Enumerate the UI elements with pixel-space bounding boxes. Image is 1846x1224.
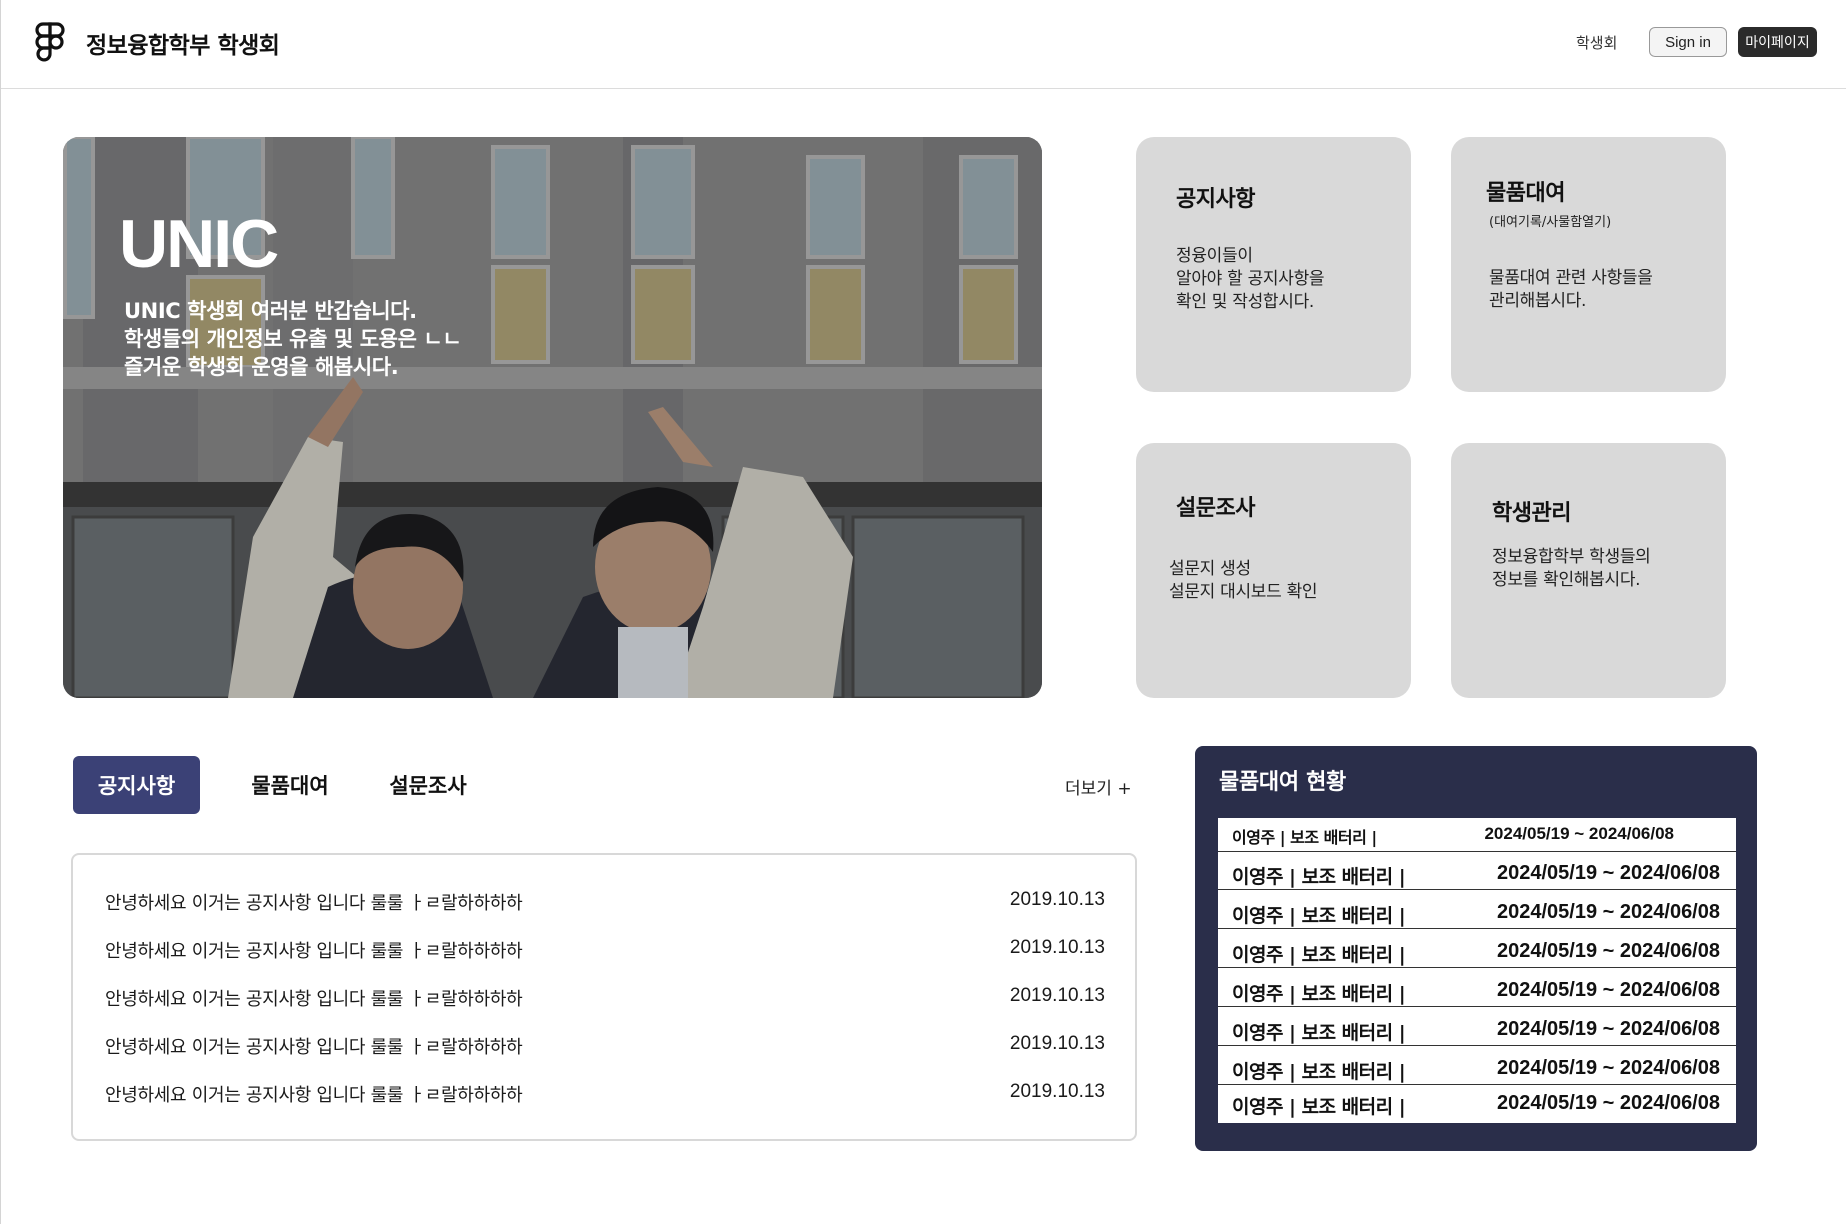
hero-text: UNIC 학생회 여러분 반갑습니다. 학생들의 개인정보 유출 및 도용은 ㄴ… xyxy=(124,297,462,381)
card-description: 설문지 생성 설문지 대시보드 확인 xyxy=(1169,558,1318,604)
card-description: 물품대여 관련 사항들을 관리해봅시다. xyxy=(1489,267,1653,313)
notice-title[interactable]: 안녕하세요 이거는 공지사항 입니다 룰룰 ㅏㄹ랄하하하하 xyxy=(105,937,523,963)
top-header: 정보융합학부 학생회 학생회 Sign in 마이페이지 xyxy=(1,0,1846,89)
table-row[interactable]: 이영주 | 보조 배터리 | 2024/05/19 ~ 2024/06/08 xyxy=(1218,1012,1736,1046)
sign-in-button[interactable]: Sign in xyxy=(1649,27,1727,57)
rental-status-panel: 물품대여 현황 이영주 | 보조 배터리 | 2024/05/19 ~ 2024… xyxy=(1195,746,1757,1151)
card-desc-line: 설문지 대시보드 확인 xyxy=(1169,582,1318,602)
rental-period: 2024/05/19 ~ 2024/06/08 xyxy=(1497,901,1720,923)
rental-period: 2024/05/19 ~ 2024/06/08 xyxy=(1497,862,1720,884)
notice-list: 안녕하세요 이거는 공지사항 입니다 룰룰 ㅏㄹ랄하하하하 2019.10.13… xyxy=(71,853,1137,1141)
rental-borrower: 이영주 | 보조 배터리 | xyxy=(1232,944,1406,966)
notice-title[interactable]: 안녕하세요 이거는 공지사항 입니다 룰룰 ㅏㄹ랄하하하하 xyxy=(105,985,523,1011)
hero-line: 즐거운 학생회 운영을 해봅시다. xyxy=(124,355,399,379)
notice-date: 2019.10.13 xyxy=(1009,1033,1105,1054)
rental-borrower: 이영주 | 보조 배터리 | xyxy=(1232,905,1406,927)
notice-title[interactable]: 안녕하세요 이거는 공지사항 입니다 룰룰 ㅏㄹ랄하하하하 xyxy=(105,1081,523,1107)
card-desc-line: 정보를 확인해봅시다. xyxy=(1492,570,1641,590)
mypage-button[interactable]: 마이페이지 xyxy=(1738,27,1817,57)
rental-borrower: 이영주 | 보조 배터리 | xyxy=(1232,866,1406,888)
figma-logo-icon[interactable] xyxy=(35,22,65,62)
rental-period: 2024/05/19 ~ 2024/06/08 xyxy=(1497,940,1720,962)
card-subtitle: (대여기록/사물함열기) xyxy=(1489,215,1612,230)
card-desc-line: 관리해봅시다. xyxy=(1489,291,1587,311)
rental-period: 2024/05/19 ~ 2024/06/08 xyxy=(1484,824,1674,843)
card-description: 정보융합학부 학생들의 정보를 확인해봅시다. xyxy=(1492,546,1651,592)
card-description: 정융이들이 알아야 할 공지사항을 확인 및 작성합시다. xyxy=(1176,245,1325,314)
table-row[interactable]: 이영주 | 보조 배터리 | 2024/05/19 ~ 2024/06/08 xyxy=(1218,1051,1736,1085)
rental-period: 2024/05/19 ~ 2024/06/08 xyxy=(1497,1018,1720,1040)
notice-date: 2019.10.13 xyxy=(1009,889,1105,910)
card-title: 학생관리 xyxy=(1492,501,1571,526)
table-row[interactable]: 이영주 | 보조 배터리 | 2024/05/19 ~ 2024/06/08 xyxy=(1218,934,1736,968)
table-row[interactable]: 이영주 | 보조 배터리 | 2024/05/19 ~ 2024/06/08 xyxy=(1218,1086,1736,1120)
rental-borrower: 이영주 | 보조 배터리 | xyxy=(1232,1022,1406,1044)
hero-banner: UNIC UNIC 학생회 여러분 반갑습니다. 학생들의 개인정보 유출 및 … xyxy=(63,137,1042,698)
list-item[interactable]: 안녕하세요 이거는 공지사항 입니다 룰룰 ㅏㄹ랄하하하하 2019.10.13 xyxy=(105,1081,1105,1107)
notice-title[interactable]: 안녕하세요 이거는 공지사항 입니다 룰룰 ㅏㄹ랄하하하하 xyxy=(105,1033,523,1059)
rental-borrower: 이영주 | 보조 배터리 | xyxy=(1232,983,1406,1005)
nav-link-student-council[interactable]: 학생회 xyxy=(1576,32,1617,53)
notice-title[interactable]: 안녕하세요 이거는 공지사항 입니다 룰룰 ㅏㄹ랄하하하하 xyxy=(105,889,523,915)
card-title: 공지사항 xyxy=(1176,187,1255,212)
rental-period: 2024/05/19 ~ 2024/06/08 xyxy=(1497,979,1720,1001)
notice-date: 2019.10.13 xyxy=(1009,937,1105,958)
rental-table: 이영주 | 보조 배터리 | 2024/05/19 ~ 2024/06/08 이… xyxy=(1218,818,1736,1123)
card-desc-line: 확인 및 작성합시다. xyxy=(1176,292,1315,312)
card-rental[interactable]: 물품대여 (대여기록/사물함열기) 물품대여 관련 사항들을 관리해봅시다. xyxy=(1451,137,1726,392)
card-desc-line: 알아야 할 공지사항을 xyxy=(1176,269,1325,289)
card-desc-line: 설문지 생성 xyxy=(1169,559,1251,579)
notice-date: 2019.10.13 xyxy=(1009,1081,1105,1102)
more-link[interactable]: 더보기 + xyxy=(1065,774,1132,799)
rental-panel-title: 물품대여 현황 xyxy=(1219,770,1346,795)
card-title: 물품대여 xyxy=(1486,181,1565,206)
list-item[interactable]: 안녕하세요 이거는 공지사항 입니다 룰룰 ㅏㄹ랄하하하하 2019.10.13 xyxy=(105,889,1105,915)
rental-borrower: 이영주 | 보조 배터리 | xyxy=(1232,1061,1406,1083)
tab-rental[interactable]: 물품대여 xyxy=(229,756,351,814)
list-item[interactable]: 안녕하세요 이거는 공지사항 입니다 룰룰 ㅏㄹ랄하하하하 2019.10.13 xyxy=(105,1033,1105,1059)
card-desc-line: 물품대여 관련 사항들을 xyxy=(1489,268,1653,288)
brand-title[interactable]: 정보융합학부 학생회 xyxy=(86,26,280,60)
hero-title: UNIC xyxy=(119,206,279,282)
card-survey[interactable]: 설문조사 설문지 생성 설문지 대시보드 확인 xyxy=(1136,443,1411,698)
table-row[interactable]: 이영주 | 보조 배터리 | 2024/05/19 ~ 2024/06/08 xyxy=(1218,895,1736,929)
tab-notice[interactable]: 공지사항 xyxy=(73,756,200,814)
hero-line: UNIC 학생회 여러분 반갑습니다. xyxy=(124,299,417,323)
notice-date: 2019.10.13 xyxy=(1009,985,1105,1006)
hero-line: 학생들의 개인정보 유출 및 도용은 ㄴㄴ xyxy=(124,327,462,351)
tab-survey[interactable]: 설문조사 xyxy=(367,756,489,814)
table-row[interactable]: 이영주 | 보조 배터리 | 2024/05/19 ~ 2024/06/08 xyxy=(1218,818,1736,852)
rental-borrower: 이영주 | 보조 배터리 | xyxy=(1232,828,1377,847)
card-notice[interactable]: 공지사항 정융이들이 알아야 할 공지사항을 확인 및 작성합시다. xyxy=(1136,137,1411,392)
page: 정보융합학부 학생회 학생회 Sign in 마이페이지 UNIC UNIC 학… xyxy=(0,0,1846,1224)
rental-period: 2024/05/19 ~ 2024/06/08 xyxy=(1497,1057,1720,1079)
rental-period: 2024/05/19 ~ 2024/06/08 xyxy=(1497,1092,1720,1114)
card-title: 설문조사 xyxy=(1176,496,1255,521)
table-row[interactable]: 이영주 | 보조 배터리 | 2024/05/19 ~ 2024/06/08 xyxy=(1218,973,1736,1007)
card-desc-line: 정보융합학부 학생들의 xyxy=(1492,547,1651,567)
rental-borrower: 이영주 | 보조 배터리 | xyxy=(1232,1096,1406,1118)
list-item[interactable]: 안녕하세요 이거는 공지사항 입니다 룰룰 ㅏㄹ랄하하하하 2019.10.13 xyxy=(105,937,1105,963)
list-item[interactable]: 안녕하세요 이거는 공지사항 입니다 룰룰 ㅏㄹ랄하하하하 2019.10.13 xyxy=(105,985,1105,1011)
table-row[interactable]: 이영주 | 보조 배터리 | 2024/05/19 ~ 2024/06/08 xyxy=(1218,856,1736,890)
card-student-management[interactable]: 학생관리 정보융합학부 학생들의 정보를 확인해봅시다. xyxy=(1451,443,1726,698)
card-desc-line: 정융이들이 xyxy=(1176,246,1253,266)
